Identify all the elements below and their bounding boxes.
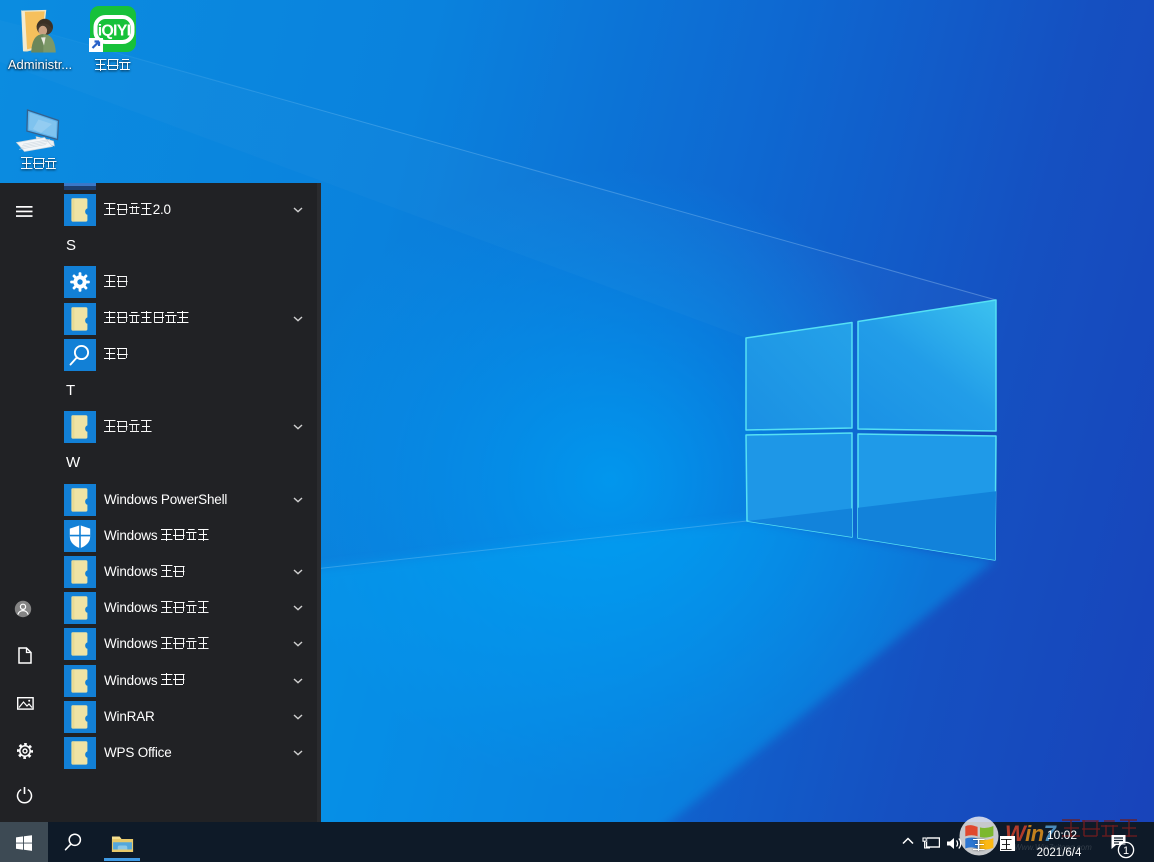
svg-text:1: 1 (1123, 845, 1129, 857)
